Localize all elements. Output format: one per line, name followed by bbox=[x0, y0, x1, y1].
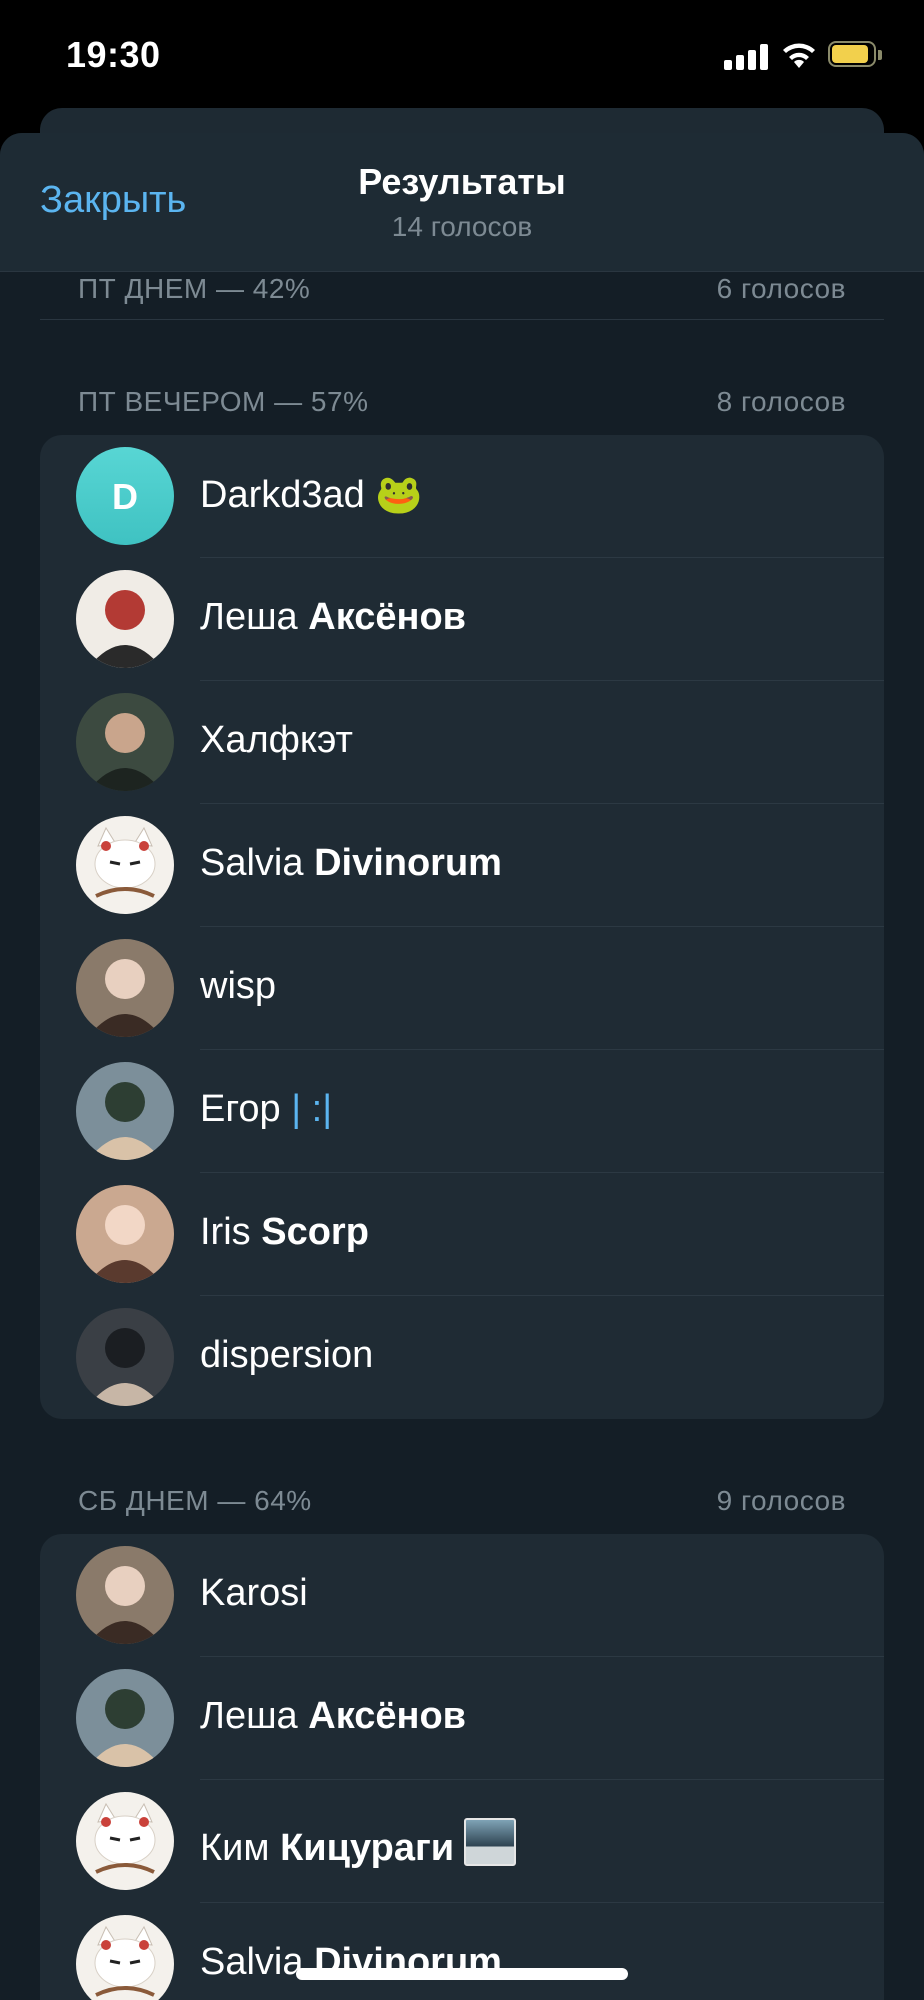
voter-row[interactable]: Karosi bbox=[40, 1534, 884, 1657]
voter-row[interactable]: Salvia Divinorum bbox=[40, 804, 884, 927]
section-header-sat-day: СБ ДНЕМ — 64% 9 голосов bbox=[78, 1485, 846, 1521]
battery-icon bbox=[828, 41, 882, 69]
voter-name: dispersion bbox=[200, 1334, 373, 1377]
section-label: ПТ ДНЕМ — 42% bbox=[78, 273, 311, 304]
voter-last-name: Scorp bbox=[261, 1211, 369, 1253]
voter-first-name: Iris bbox=[200, 1211, 251, 1253]
voter-first-name: Халфкэт bbox=[200, 719, 353, 761]
status-bar: 19:30 bbox=[0, 0, 924, 100]
voter-row[interactable]: Iris Scorp bbox=[40, 1173, 884, 1296]
photo-avatar bbox=[76, 1062, 174, 1160]
section-label: СБ ДНЕМ — 64% bbox=[78, 1485, 312, 1516]
section-votes: 9 голосов bbox=[716, 1485, 846, 1516]
voter-name: Salvia Divinorum bbox=[200, 842, 502, 885]
voter-last-name: Аксёнов bbox=[308, 596, 467, 638]
sheet-header: Закрыть Результаты 14 голосов bbox=[0, 133, 924, 272]
voter-name: Егор | :| bbox=[200, 1088, 332, 1131]
photo-avatar bbox=[76, 939, 174, 1037]
voter-row[interactable]: Егор | :| bbox=[40, 1050, 884, 1173]
section-header-fri-evening: ПТ ВЕЧЕРОМ — 57% 8 голосов bbox=[78, 386, 846, 422]
section-label: ПТ ВЕЧЕРОМ — 57% bbox=[78, 386, 369, 417]
voter-name: Леша Аксёнов bbox=[200, 596, 466, 639]
section-votes: 6 голосов bbox=[716, 273, 846, 304]
svg-text:D: D bbox=[112, 476, 138, 517]
cat-avatar bbox=[76, 1915, 174, 2000]
section-header-fri-day: ПТ ДНЕМ — 42% 6 голосов bbox=[78, 273, 846, 309]
voter-first-name: Karosi bbox=[200, 1572, 308, 1614]
voter-list-fri-evening: D Darkd3ad 🐸 Леша Аксёнов Халфкэт Salvia Div… bbox=[40, 435, 884, 1419]
sheet-title: Результаты bbox=[358, 161, 566, 202]
cat-avatar bbox=[76, 1792, 174, 1890]
photo-avatar bbox=[76, 693, 174, 791]
photo-avatar bbox=[76, 1308, 174, 1406]
photo-avatar bbox=[76, 1185, 174, 1283]
image-emoji-icon bbox=[464, 1818, 517, 1866]
voter-first-name: Darkd3ad bbox=[200, 474, 365, 516]
voter-last-name: Кицураги bbox=[280, 1827, 455, 1869]
photo-avatar bbox=[76, 570, 174, 668]
voter-row[interactable]: Ким Кицураги bbox=[40, 1780, 884, 1903]
voter-row[interactable]: Леша Аксёнов bbox=[40, 1657, 884, 1780]
voter-name: Халфкэт bbox=[200, 719, 353, 762]
voter-name: Iris Scorp bbox=[200, 1211, 369, 1254]
section-votes: 8 голосов bbox=[716, 386, 846, 417]
voter-first-name: wisp bbox=[200, 965, 277, 1007]
status-time: 19:30 bbox=[66, 34, 161, 75]
voter-first-name: Егор bbox=[200, 1088, 281, 1130]
voter-name: Леша Аксёнов bbox=[200, 1695, 466, 1738]
frog-emoji: 🐸 bbox=[375, 474, 423, 516]
voter-first-name: Ким bbox=[200, 1827, 270, 1869]
section-divider bbox=[40, 319, 884, 320]
vote-count-subtitle: 14 голосов bbox=[391, 211, 533, 242]
voter-first-name: Salvia bbox=[200, 1941, 304, 1983]
voter-row[interactable]: Леша Аксёнов bbox=[40, 558, 884, 681]
home-indicator bbox=[296, 1968, 628, 1980]
voter-name: wisp bbox=[200, 965, 276, 1008]
voter-row[interactable]: D Darkd3ad 🐸 bbox=[40, 435, 884, 558]
results-sheet: Закрыть Результаты 14 голосов ПТ ДНЕМ — … bbox=[0, 133, 924, 2000]
voter-first-name: Леша bbox=[200, 596, 298, 638]
voter-first-name: Леша bbox=[200, 1695, 298, 1737]
voter-last-name: Divinorum bbox=[314, 842, 502, 884]
voter-list-sat-day: Karosi Леша Аксёнов Ким Кицураги Salvia Div… bbox=[40, 1534, 884, 2000]
voter-name: Darkd3ad 🐸 bbox=[200, 473, 423, 517]
photo-avatar bbox=[76, 1546, 174, 1644]
voter-name: Ким Кицураги bbox=[200, 1818, 517, 1870]
custom-status-emoji: | :| bbox=[291, 1088, 333, 1130]
letter-avatar: D bbox=[76, 447, 174, 545]
voter-name: Karosi bbox=[200, 1572, 308, 1615]
cat-avatar bbox=[76, 816, 174, 914]
wifi-icon bbox=[783, 43, 815, 68]
photo-avatar bbox=[76, 1669, 174, 1767]
voter-row[interactable]: wisp bbox=[40, 927, 884, 1050]
voter-first-name: dispersion bbox=[200, 1334, 374, 1376]
voter-last-name: Аксёнов bbox=[308, 1695, 467, 1737]
voter-row[interactable]: Халфкэт bbox=[40, 681, 884, 804]
voter-first-name: Salvia bbox=[200, 842, 304, 884]
voter-row[interactable]: dispersion bbox=[40, 1296, 884, 1419]
cellular-signal-icon bbox=[724, 42, 768, 70]
voter-row[interactable]: Salvia Divinorum bbox=[40, 1903, 884, 2000]
